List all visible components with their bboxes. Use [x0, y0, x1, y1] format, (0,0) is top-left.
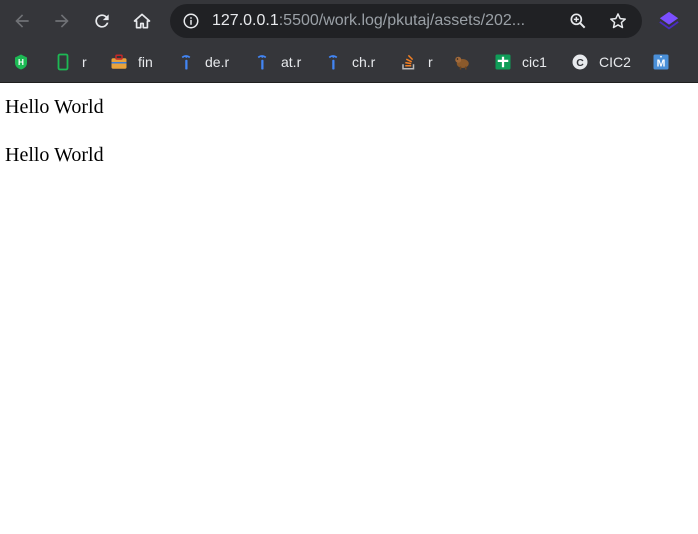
bookmark-label: r	[428, 54, 433, 70]
forward-button[interactable]	[48, 7, 76, 35]
m-square-icon: M	[652, 53, 670, 71]
i-bracket-icon	[253, 53, 271, 71]
bookmark-label: fin	[138, 54, 153, 70]
hello-text: Hello World	[5, 144, 104, 166]
svg-text:M: M	[657, 58, 666, 70]
url-text[interactable]: 127.0.0.1:5500/work.log/pkutaj/assets/20…	[212, 11, 552, 31]
bookmark-label: de.r	[205, 54, 230, 70]
url-host: 127.0.0.1	[212, 12, 279, 29]
info-icon[interactable]	[182, 12, 200, 30]
browser-toolbar: 127.0.0.1:5500/work.log/pkutaj/assets/20…	[0, 0, 698, 42]
bookmark-label: CIC2	[599, 54, 631, 70]
bookmark-label: cic1	[522, 54, 547, 70]
page-content: Hello World Hello World	[0, 84, 698, 534]
back-button[interactable]	[8, 7, 36, 35]
layers-extension-icon[interactable]	[658, 10, 680, 32]
bookmark-item[interactable]: H	[12, 50, 30, 74]
svg-text:C: C	[576, 57, 584, 69]
bookmark-item[interactable]: r	[54, 50, 87, 74]
bookmarks-bar: H r fin de.r at.r ch.r r cic1 C CIC2 M	[0, 42, 698, 83]
bookmark-item[interactable]: C CIC2	[571, 50, 631, 74]
bookmark-label: at.r	[281, 54, 302, 70]
bookmark-item[interactable]: r	[400, 50, 433, 74]
h-shield-icon: H	[12, 53, 30, 71]
hello-text: Hello World	[5, 96, 104, 118]
home-button[interactable]	[128, 7, 156, 35]
bookmark-label: ch.r	[352, 54, 376, 70]
bookmark-label: r	[82, 54, 87, 70]
i-bracket-icon	[324, 53, 342, 71]
bookmark-item[interactable]: ch.r	[324, 50, 375, 74]
briefcase-icon	[110, 53, 128, 71]
phone-outline-icon	[54, 53, 72, 71]
reload-button[interactable]	[88, 7, 116, 35]
bookmark-item[interactable]: de.r	[177, 50, 229, 74]
bookmark-item[interactable]: cic1	[494, 50, 547, 74]
bookmark-item[interactable]	[453, 50, 471, 74]
address-bar[interactable]: 127.0.0.1:5500/work.log/pkutaj/assets/20…	[170, 4, 642, 38]
bookmark-item[interactable]: M	[652, 50, 670, 74]
i-bracket-icon	[177, 53, 195, 71]
bookmark-item[interactable]: at.r	[253, 50, 301, 74]
animal-icon	[453, 53, 471, 71]
zoom-in-icon[interactable]	[568, 11, 588, 31]
arrow-right-icon	[55, 14, 69, 28]
star-icon[interactable]	[608, 11, 628, 31]
green-plus-icon	[494, 53, 512, 71]
home-icon	[133, 13, 151, 29]
svg-text:H: H	[18, 58, 24, 67]
arrow-left-icon	[15, 14, 29, 28]
c-circle-icon: C	[571, 53, 589, 71]
reload-icon	[95, 14, 109, 28]
stack-overflow-icon	[400, 53, 418, 71]
url-path: :5500/work.log/pkutaj/assets/202...	[278, 12, 526, 29]
bookmark-item[interactable]: fin	[110, 50, 153, 74]
